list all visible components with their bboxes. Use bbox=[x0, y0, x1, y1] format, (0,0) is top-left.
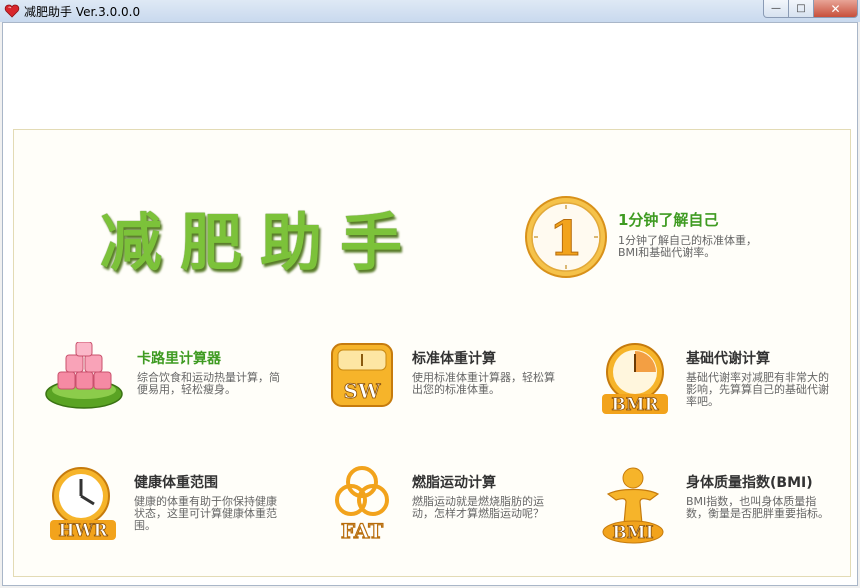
title-bar[interactable]: 减肥助手 Ver.3.0.0.0 — □ ✕ bbox=[0, 0, 860, 22]
tool-title: 基础代谢计算 bbox=[686, 351, 770, 367]
tool-healthy-weight-range[interactable]: HWR 健康体重范围 健康的体重有助于你保持健康状态，这里可计算健康体重范围。 bbox=[48, 466, 298, 546]
quick-desc: 1分钟了解自己的标准体重，BMI和基础代谢率。 bbox=[618, 234, 757, 259]
minimize-icon: — bbox=[771, 3, 781, 14]
tool-fat-burning[interactable]: FAT 燃脂运动计算 燃脂运动就是燃烧脂肪的运动，怎样才算燃脂运动呢？ bbox=[330, 466, 580, 546]
fat-rings-icon: FAT bbox=[335, 466, 389, 544]
hwr-badge: HWR bbox=[58, 521, 108, 541]
bmr-badge: BMR bbox=[611, 395, 659, 415]
tool-title: 标准体重计算 bbox=[412, 351, 496, 367]
quick-title: 1分钟了解自己 bbox=[618, 211, 719, 229]
tool-title: 身体质量指数(BMI) bbox=[686, 475, 813, 491]
header-area bbox=[3, 23, 857, 119]
maximize-icon: □ bbox=[796, 3, 806, 14]
gold-number-one-icon: 1 bbox=[525, 196, 607, 278]
tool-bmi[interactable]: BMI 身体质量指数(BMI) BMI指数，也叫身体质量指数，衡量是否肥胖重要指… bbox=[600, 466, 850, 546]
hwr-clock-icon: HWR bbox=[50, 467, 116, 541]
tool-bmr[interactable]: BMR 基础代谢计算 基础代谢率对减肥有非常大的影响，先算算自己的基础代谢率吧。 bbox=[600, 342, 850, 422]
tool-desc: 健康的体重有助于你保持健康状态，这里可计算健康体重范围。 bbox=[134, 495, 277, 532]
tool-title: 健康体重范围 bbox=[134, 475, 218, 491]
quick-digit: 1 bbox=[549, 211, 582, 267]
fat-badge: FAT bbox=[341, 519, 383, 543]
tool-calorie-calculator[interactable]: 卡路里计算器 综合饮食和运动热量计算，简便易用，轻松瘦身。 bbox=[44, 342, 304, 422]
tool-desc: BMI指数，也叫身体质量指数，衡量是否肥胖重要指标。 bbox=[686, 495, 829, 520]
tool-title: 卡路里计算器 bbox=[137, 351, 221, 367]
tool-desc: 使用标准体重计算器，轻松算出您的标准体重。 bbox=[412, 371, 555, 396]
close-button[interactable]: ✕ bbox=[814, 0, 858, 18]
tool-standard-weight[interactable]: SW 标准体重计算 使用标准体重计算器，轻松算出您的标准体重。 bbox=[330, 342, 580, 422]
app-banner-title: 减肥助手 bbox=[100, 206, 421, 279]
main-panel: 减肥助手 1 1分钟了解自己 1分钟了解自己的标准体重，BMI和基础代谢率。 卡… bbox=[13, 129, 851, 577]
bmi-badge: BMI bbox=[612, 523, 653, 543]
bmr-clock-icon: BMR bbox=[602, 343, 668, 415]
maximize-button[interactable]: □ bbox=[789, 0, 814, 18]
tool-desc: 基础代谢率对减肥有非常大的影响，先算算自己的基础代谢率吧。 bbox=[686, 371, 829, 408]
window-title: 减肥助手 Ver.3.0.0.0 bbox=[24, 5, 141, 19]
sw-badge: SW bbox=[344, 379, 381, 403]
scale-sw-icon: SW bbox=[331, 343, 393, 407]
close-icon: ✕ bbox=[830, 1, 841, 16]
quick-self-test[interactable]: 1 1分钟了解自己 1分钟了解自己的标准体重，BMI和基础代谢率。 bbox=[524, 195, 784, 285]
window-client: 减肥助手 1 1分钟了解自己 1分钟了解自己的标准体重，BMI和基础代谢率。 卡… bbox=[2, 22, 858, 586]
tool-title: 燃脂运动计算 bbox=[412, 475, 496, 491]
tool-desc: 综合饮食和运动热量计算，简便易用，轻松瘦身。 bbox=[137, 371, 280, 396]
bmi-figure-icon: BMI bbox=[602, 467, 664, 544]
tool-desc: 燃脂运动就是燃烧脂肪的运动，怎样才算燃脂运动呢？ bbox=[412, 495, 544, 520]
heart-app-icon bbox=[4, 4, 20, 18]
calorie-cubes-icon bbox=[45, 342, 123, 409]
minimize-button[interactable]: — bbox=[763, 0, 789, 18]
